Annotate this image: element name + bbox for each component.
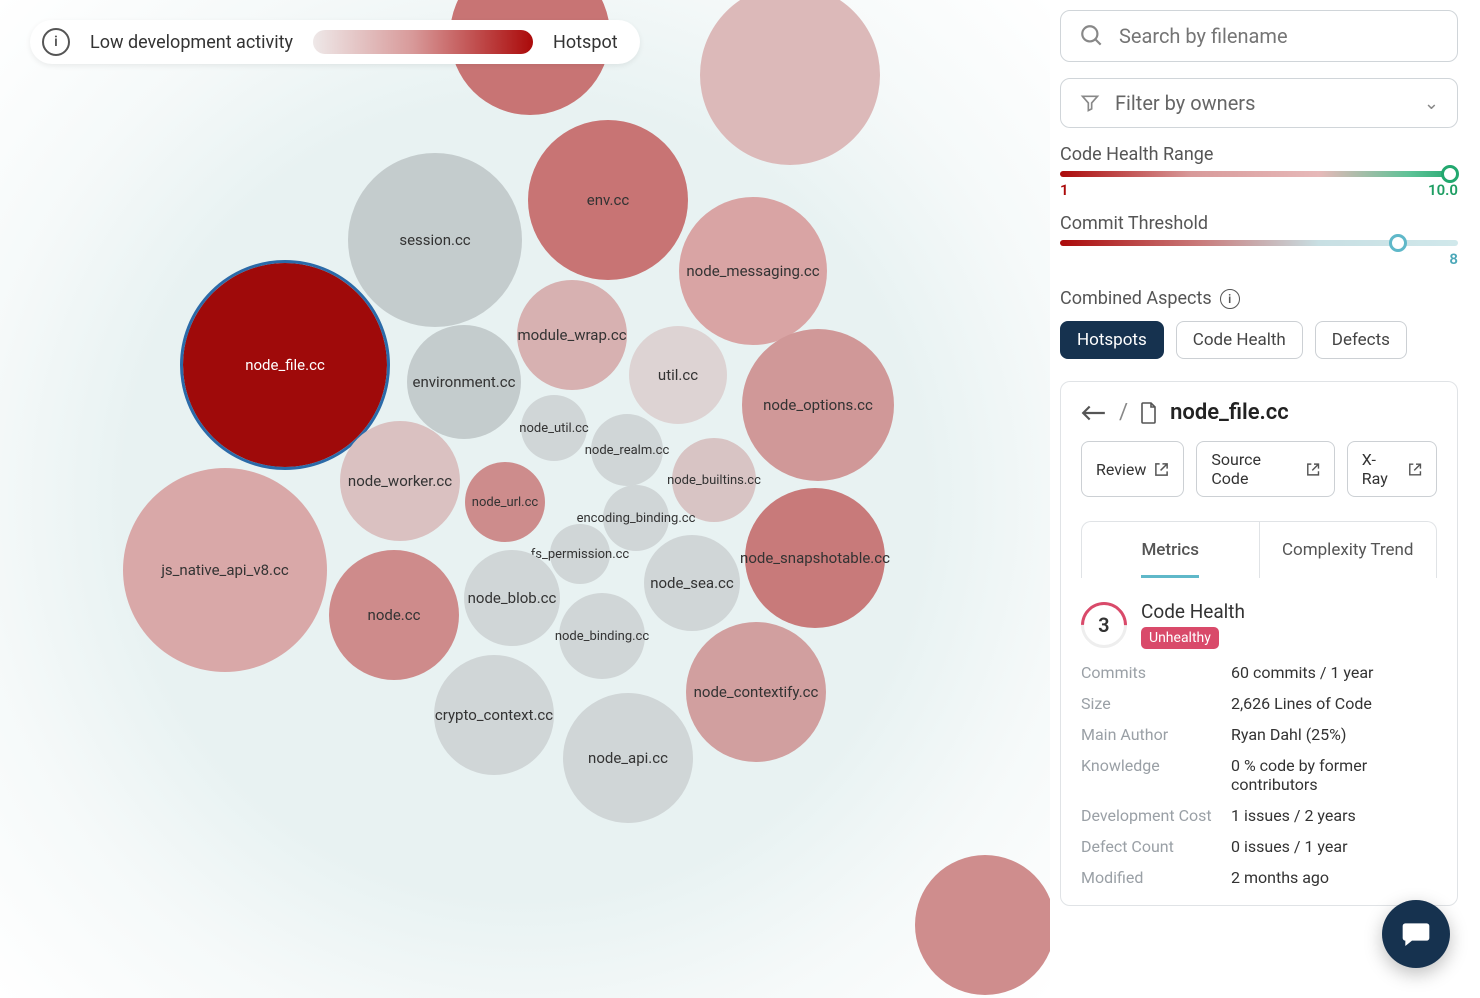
meta-key: Size: [1081, 694, 1231, 713]
meta-value: 2 months ago: [1231, 868, 1437, 887]
combined-aspects-label: Combined Aspects: [1060, 288, 1212, 309]
file-detail-card: / node_file.cc ReviewSource CodeX-Ray Me…: [1060, 381, 1458, 906]
x-ray-button[interactable]: X-Ray: [1347, 441, 1437, 497]
health-range-min: 1: [1060, 181, 1069, 199]
hotspot-circle[interactable]: node_options.cc: [742, 329, 894, 481]
hotspot-circle[interactable]: node_api.cc: [563, 693, 693, 823]
meta-value: 1 issues / 2 years: [1231, 806, 1437, 825]
aspect-chip-defects[interactable]: Defects: [1315, 321, 1407, 359]
hotspot-circle[interactable]: util.cc: [629, 326, 727, 424]
search-row[interactable]: [1060, 10, 1458, 62]
external-link-icon: [1154, 462, 1169, 477]
hotspot-circle[interactable]: environment.cc: [407, 325, 521, 439]
search-input[interactable]: [1119, 24, 1439, 48]
meta-value: 0 % code by former contributors: [1231, 756, 1437, 794]
chat-fab[interactable]: [1382, 900, 1450, 968]
aspect-chips: Hotspots Code Health Defects: [1060, 321, 1458, 359]
meta-key: Knowledge: [1081, 756, 1231, 794]
health-range-slider[interactable]: [1060, 171, 1458, 177]
hotspot-circle[interactable]: node_blob.cc: [464, 550, 560, 646]
file-name: node_file.cc: [1170, 400, 1289, 425]
hotspot-circle[interactable]: node_worker.cc: [340, 421, 460, 541]
commit-threshold-label: Commit Threshold: [1060, 213, 1458, 234]
search-icon: [1079, 23, 1105, 49]
meta-key: Commits: [1081, 663, 1231, 682]
hotspot-circle[interactable]: crypto_context.cc: [434, 655, 554, 775]
source-code-button[interactable]: Source Code: [1196, 441, 1334, 497]
hotspot-circle[interactable]: node_util.cc: [521, 395, 587, 461]
legend-bar: i Low development activity Hotspot: [30, 20, 640, 64]
sidebar: Filter by owners ⌄ Code Health Range 1 1…: [1050, 0, 1480, 998]
hotspot-circle[interactable]: [700, 0, 880, 165]
legend-hot-label: Hotspot: [553, 32, 618, 53]
chat-icon: [1400, 918, 1432, 950]
breadcrumb-separator: /: [1119, 400, 1128, 425]
legend-low-label: Low development activity: [90, 32, 293, 53]
hotspot-circle[interactable]: node_messaging.cc: [679, 197, 827, 345]
external-link-icon: [1408, 462, 1422, 477]
health-range-label: Code Health Range: [1060, 144, 1458, 165]
hotspot-circle[interactable]: [915, 855, 1050, 995]
external-link-icon: [1306, 462, 1320, 477]
health-range-handle[interactable]: [1441, 165, 1459, 183]
code-health-title: Code Health: [1141, 600, 1245, 623]
hotspot-circle[interactable]: fs_permission.cc: [550, 524, 610, 584]
info-icon[interactable]: i: [42, 28, 70, 56]
hotspot-circle[interactable]: js_native_api_v8.cc: [123, 468, 327, 672]
hotspot-circle[interactable]: node.cc: [329, 550, 459, 680]
hotspot-circle[interactable]: env.cc: [528, 120, 688, 280]
hotspot-circle[interactable]: encoding_binding.cc: [603, 485, 669, 551]
filter-placeholder: Filter by owners: [1115, 91, 1410, 115]
health-badge: Unhealthy: [1141, 627, 1219, 649]
health-range-max: 10.0: [1428, 181, 1458, 199]
aspect-chip-code-health[interactable]: Code Health: [1176, 321, 1303, 359]
filter-icon: [1079, 93, 1101, 113]
legend-gradient: [313, 30, 533, 54]
hotspot-circle[interactable]: node_sea.cc: [644, 535, 740, 631]
meta-key: Defect Count: [1081, 837, 1231, 856]
aspect-chip-hotspots[interactable]: Hotspots: [1060, 321, 1164, 359]
chevron-down-icon: ⌄: [1424, 93, 1439, 114]
file-icon: [1140, 402, 1158, 424]
meta-key: Development Cost: [1081, 806, 1231, 825]
hotspot-circle[interactable]: node_builtins.cc: [672, 438, 756, 522]
hotspot-visualization[interactable]: i Low development activity Hotspot node_…: [0, 0, 1050, 998]
health-score-ring: 3: [1071, 592, 1136, 657]
info-icon[interactable]: i: [1220, 289, 1240, 309]
meta-value: Ryan Dahl (25%): [1231, 725, 1437, 744]
hotspot-circle[interactable]: node_binding.cc: [559, 593, 645, 679]
meta-key: Modified: [1081, 868, 1231, 887]
hotspot-circle[interactable]: module_wrap.cc: [517, 280, 627, 390]
back-arrow-icon[interactable]: [1081, 404, 1107, 422]
tab-metrics[interactable]: Metrics: [1082, 522, 1259, 578]
hotspot-circle[interactable]: session.cc: [348, 153, 522, 327]
hotspot-circle[interactable]: node_contextify.cc: [686, 622, 826, 762]
meta-key: Main Author: [1081, 725, 1231, 744]
commit-threshold-value: 8: [1449, 250, 1458, 268]
tab-complexity-trend[interactable]: Complexity Trend: [1259, 522, 1437, 578]
hotspot-circle[interactable]: node_snapshotable.cc: [745, 488, 885, 628]
review-button[interactable]: Review: [1081, 441, 1184, 497]
health-score-value: 3: [1098, 613, 1109, 637]
meta-value: 0 issues / 1 year: [1231, 837, 1437, 856]
hotspot-circle[interactable]: node_url.cc: [465, 462, 545, 542]
hotspot-circle[interactable]: node_file.cc: [183, 263, 387, 467]
commit-threshold-slider[interactable]: [1060, 240, 1458, 246]
meta-value: 2,626 Lines of Code: [1231, 694, 1437, 713]
filter-row[interactable]: Filter by owners ⌄: [1060, 78, 1458, 128]
hotspot-circle[interactable]: node_realm.cc: [591, 414, 663, 486]
meta-value: 60 commits / 1 year: [1231, 663, 1437, 682]
